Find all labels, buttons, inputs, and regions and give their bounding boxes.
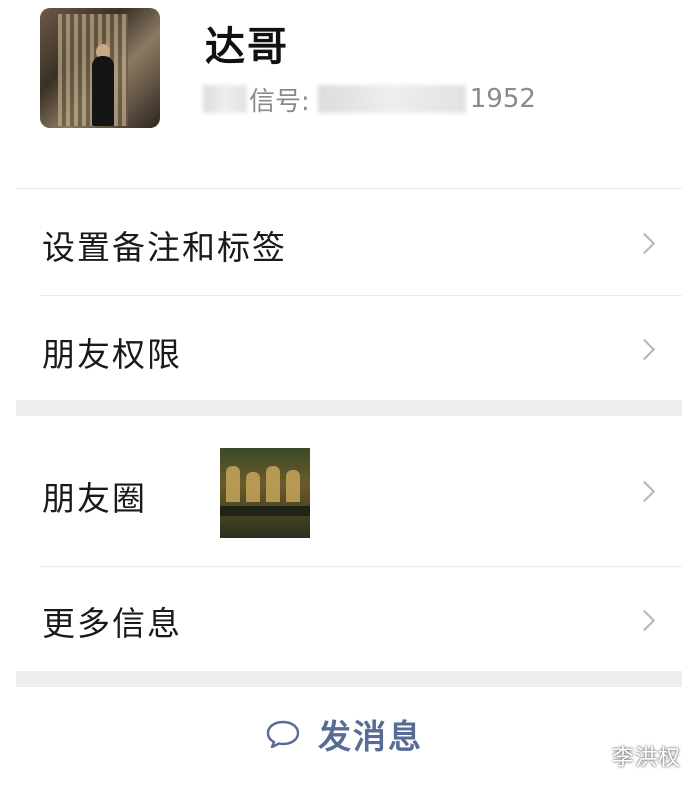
wechat-id: 信号: 1952 (203, 82, 536, 117)
redaction-blur (317, 85, 466, 113)
moments-thumbnail (220, 448, 310, 538)
chevron-right-icon (633, 232, 656, 255)
menu-item-more-info[interactable]: 更多信息 (16, 567, 682, 671)
send-message-label: 发消息 (318, 717, 423, 756)
menu-item-label: 朋友圈 (42, 479, 147, 518)
chevron-right-icon (633, 338, 656, 361)
menu-item-friend-permissions[interactable]: 朋友权限 (16, 296, 682, 400)
send-message-button[interactable]: 发消息 (0, 690, 695, 790)
profile-header: 达哥 信号: 1952 (0, 0, 695, 190)
chat-bubble-icon (266, 720, 300, 748)
wechat-id-label: 信号: (249, 86, 310, 117)
menu-item-label: 更多信息 (42, 604, 182, 643)
menu-item-remarks-tags[interactable]: 设置备注和标签 (16, 189, 682, 295)
contact-name: 达哥 (205, 24, 289, 70)
menu-item-label: 设置备注和标签 (42, 228, 287, 267)
watermark: 李洪权 (611, 746, 681, 771)
wechat-id-suffix: 1952 (469, 84, 536, 114)
menu-item-label: 朋友权限 (42, 335, 182, 374)
chevron-right-icon (633, 480, 656, 503)
avatar[interactable] (40, 8, 160, 128)
section-gap (16, 671, 682, 687)
menu-item-moments[interactable]: 朋友圈 (16, 416, 682, 566)
section-gap (16, 400, 682, 416)
avatar-person (92, 56, 114, 126)
chevron-right-icon (633, 609, 656, 632)
redaction-blur (203, 85, 247, 113)
